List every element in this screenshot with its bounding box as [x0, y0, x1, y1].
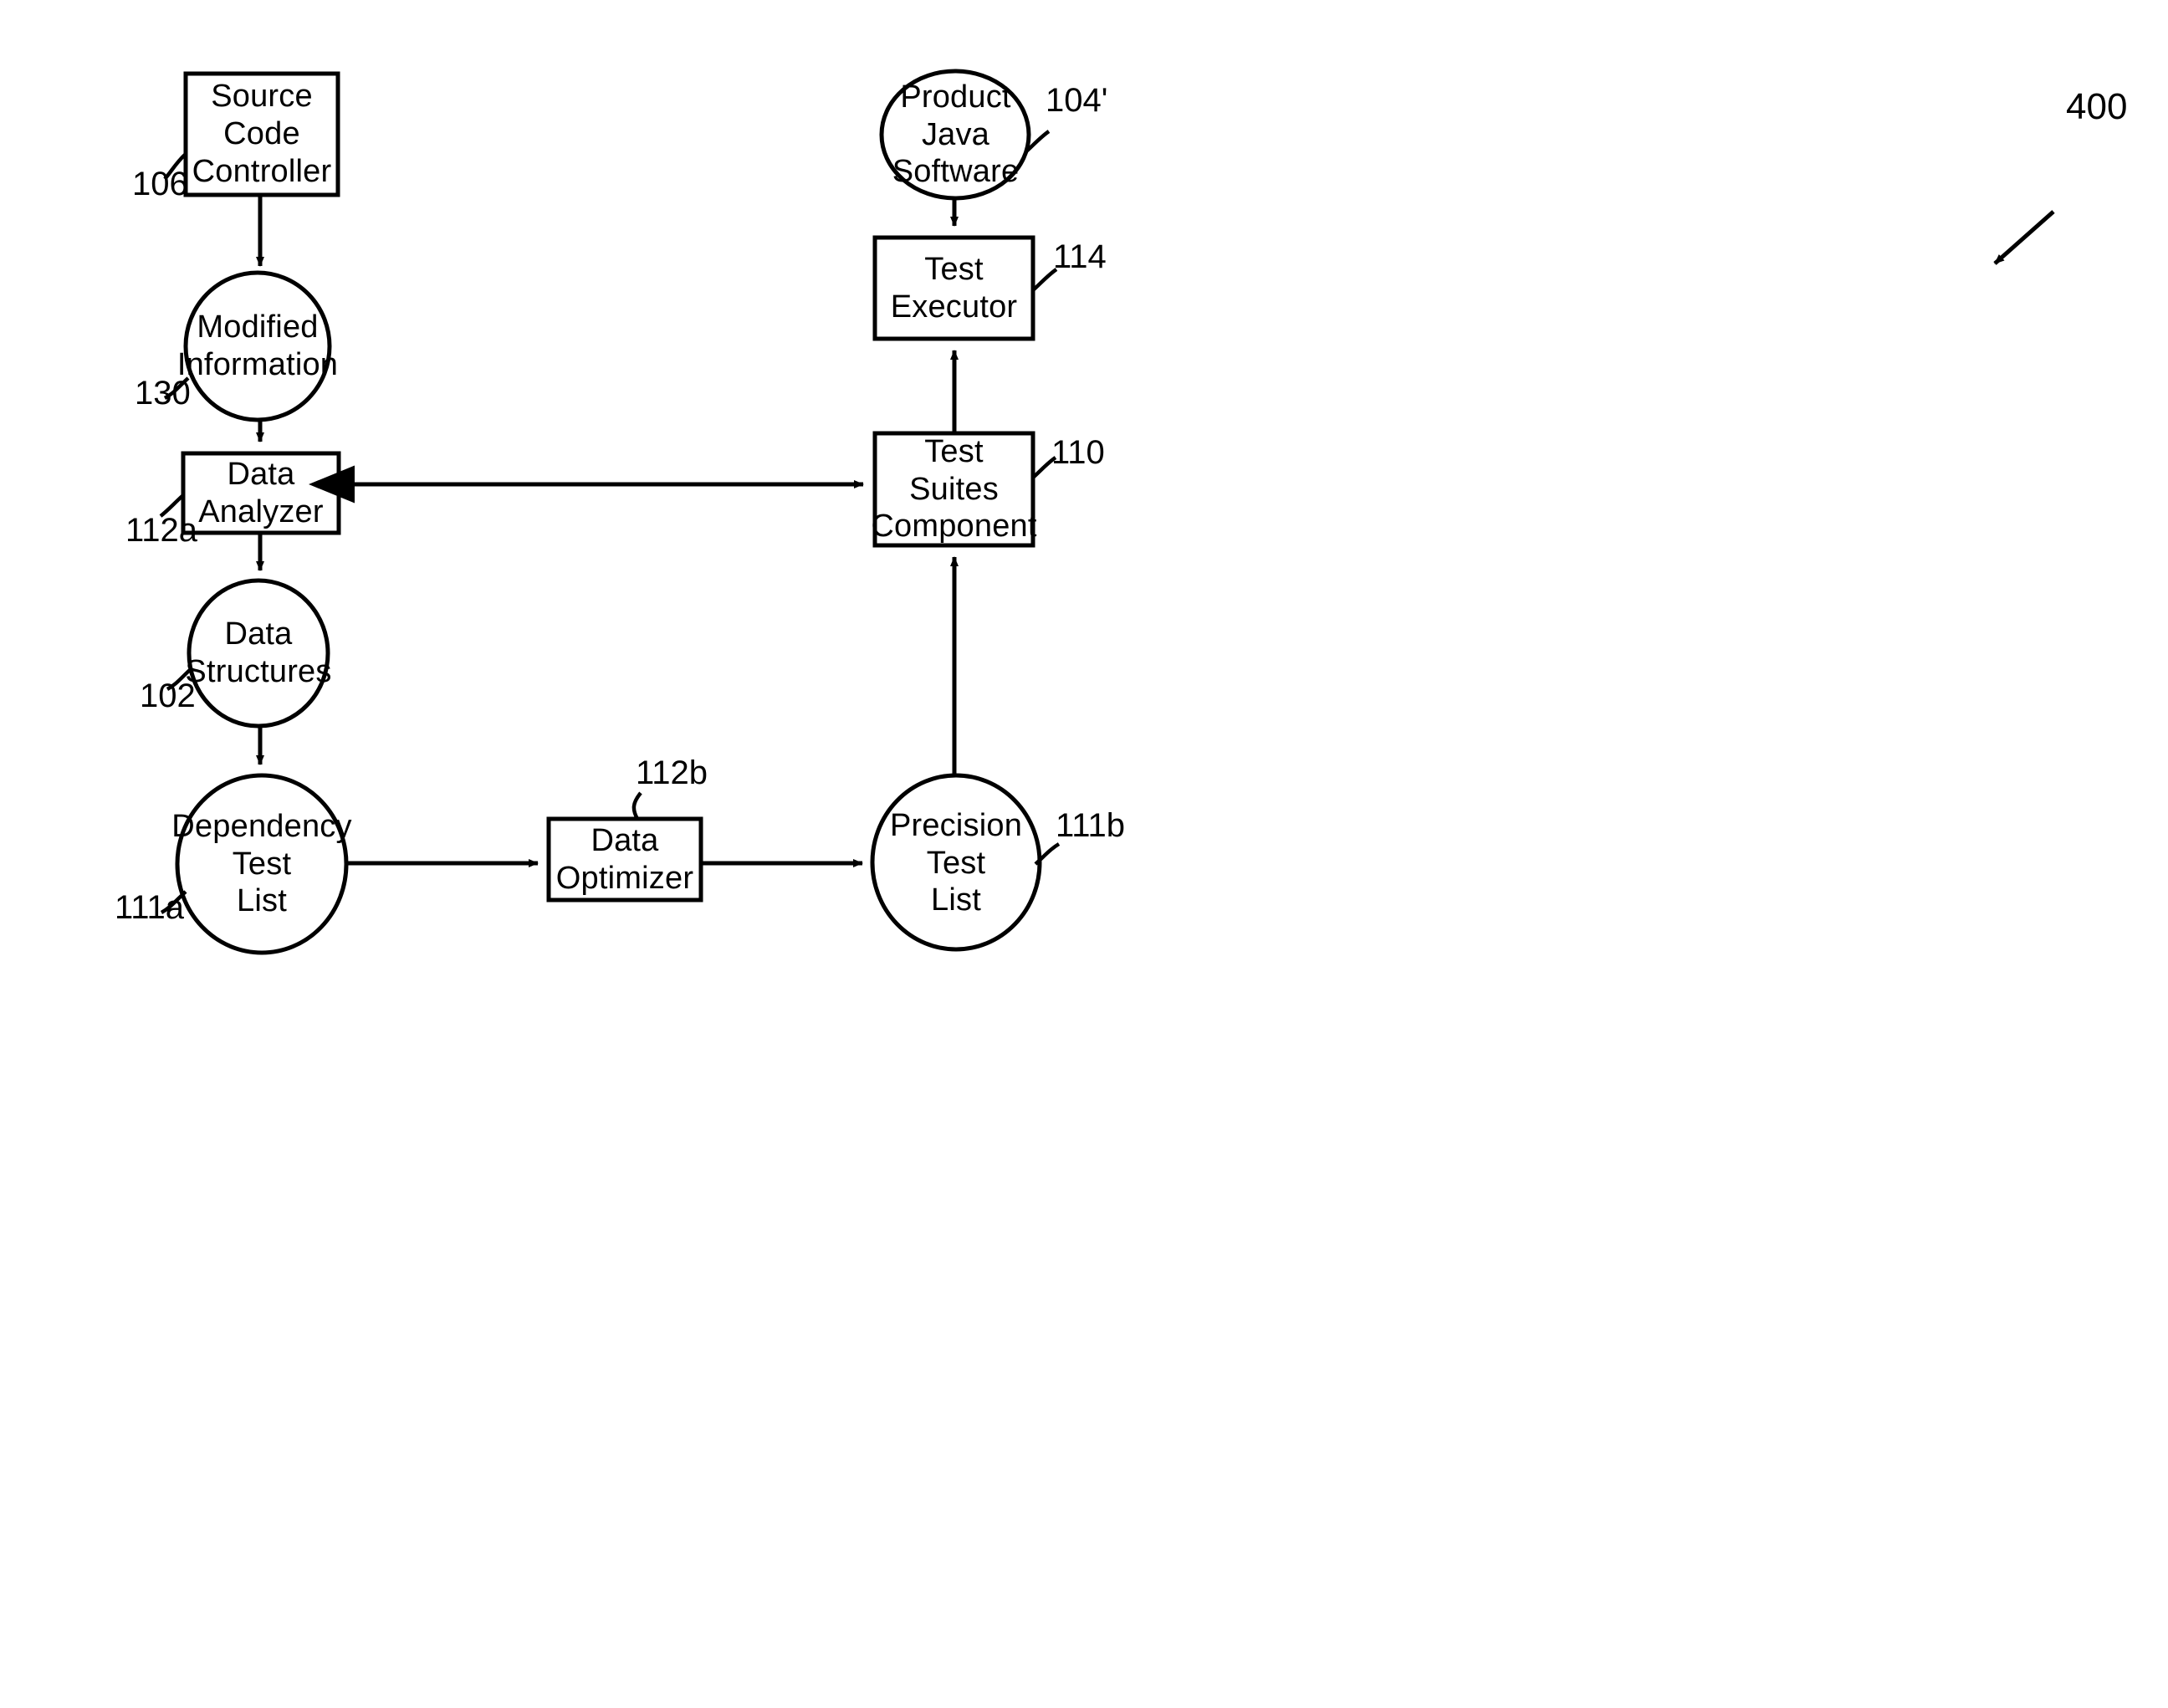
node-shape-data-structures [187, 578, 330, 729]
ref-numeral-104-prime: 104' [1046, 82, 1108, 119]
node-shape-test-executor [872, 235, 1035, 341]
ref-numeral-111a: 111a [115, 889, 185, 926]
node-shape-dependency-test-list [175, 773, 349, 955]
ref-numeral-112b: 112b [636, 754, 708, 791]
ref-numeral-130: 130 [135, 375, 191, 412]
node-shape-data-analyzer [181, 451, 341, 535]
figure-number-pointer-arrow [1993, 210, 2055, 265]
ref-numeral-102: 102 [140, 678, 196, 714]
node-shape-precision-test-list [870, 773, 1042, 952]
ref-numeral-114: 114 [1053, 238, 1107, 275]
node-shape-product-java-software [879, 69, 1031, 201]
node-shape-data-optimizer [546, 816, 703, 903]
figure-number-400: 400 [2066, 86, 2128, 127]
leader-line-112b [631, 791, 642, 821]
ref-numeral-106: 106 [132, 166, 188, 202]
node-shape-source-code-controller [183, 71, 340, 197]
ref-numeral-111b: 111b [1056, 807, 1126, 844]
ref-numeral-110: 110 [1051, 434, 1105, 471]
ref-numeral-112a: 112a [125, 512, 198, 549]
patent-figure-canvas: Source Code Controller Modified Informat… [0, 0, 2168, 1708]
node-shape-modified-information [183, 270, 332, 422]
node-shape-test-suites-component [872, 431, 1035, 548]
